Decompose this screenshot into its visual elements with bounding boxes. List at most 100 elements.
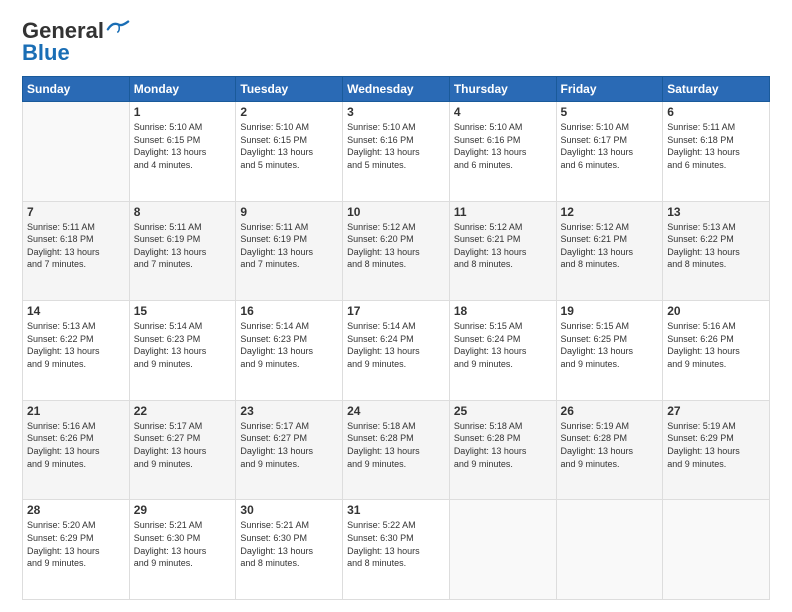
calendar-cell bbox=[449, 500, 556, 600]
cell-sun-info: Sunrise: 5:11 AM Sunset: 6:19 PM Dayligh… bbox=[134, 221, 232, 271]
cell-sun-info: Sunrise: 5:20 AM Sunset: 6:29 PM Dayligh… bbox=[27, 519, 125, 569]
calendar-cell: 2 Sunrise: 5:10 AM Sunset: 6:15 PM Daylig… bbox=[236, 102, 343, 202]
day-number: 25 bbox=[454, 404, 552, 418]
cell-sun-info: Sunrise: 5:13 AM Sunset: 6:22 PM Dayligh… bbox=[667, 221, 765, 271]
calendar-cell: 24Sunrise: 5:18 AM Sunset: 6:28 PM Dayli… bbox=[343, 400, 450, 500]
calendar-cell: 5 Sunrise: 5:10 AM Sunset: 6:17 PM Daylig… bbox=[556, 102, 663, 202]
weekday-header: Thursday bbox=[449, 77, 556, 102]
calendar-cell: 28Sunrise: 5:20 AM Sunset: 6:29 PM Dayli… bbox=[23, 500, 130, 600]
day-number: 1 bbox=[134, 105, 232, 119]
cell-sun-info: Sunrise: 5:13 AM Sunset: 6:22 PM Dayligh… bbox=[27, 320, 125, 370]
cell-sun-info: Sunrise: 5:22 AM Sunset: 6:30 PM Dayligh… bbox=[347, 519, 445, 569]
weekday-header: Sunday bbox=[23, 77, 130, 102]
calendar-cell: 12 Sunrise: 5:12 AM Sunset: 6:21 PM Dayli… bbox=[556, 201, 663, 301]
calendar-row: 14 Sunrise: 5:13 AM Sunset: 6:22 PM Dayli… bbox=[23, 301, 770, 401]
cell-sun-info: Sunrise: 5:10 AM Sunset: 6:16 PM Dayligh… bbox=[347, 121, 445, 171]
weekday-header: Wednesday bbox=[343, 77, 450, 102]
calendar-cell: 20Sunrise: 5:16 AM Sunset: 6:26 PM Dayli… bbox=[663, 301, 770, 401]
weekday-header: Monday bbox=[129, 77, 236, 102]
logo: General Blue bbox=[22, 18, 130, 66]
day-number: 13 bbox=[667, 205, 765, 219]
cell-sun-info: Sunrise: 5:14 AM Sunset: 6:24 PM Dayligh… bbox=[347, 320, 445, 370]
day-number: 6 bbox=[667, 105, 765, 119]
calendar-cell: 7Sunrise: 5:11 AM Sunset: 6:18 PM Daylig… bbox=[23, 201, 130, 301]
day-number: 23 bbox=[240, 404, 338, 418]
day-number: 15 bbox=[134, 304, 232, 318]
weekday-header: Friday bbox=[556, 77, 663, 102]
day-number: 17 bbox=[347, 304, 445, 318]
cell-sun-info: Sunrise: 5:10 AM Sunset: 6:15 PM Dayligh… bbox=[134, 121, 232, 171]
cell-sun-info: Sunrise: 5:21 AM Sunset: 6:30 PM Dayligh… bbox=[240, 519, 338, 569]
calendar-cell: 25 Sunrise: 5:18 AM Sunset: 6:28 PM Dayli… bbox=[449, 400, 556, 500]
calendar-cell: 10 Sunrise: 5:12 AM Sunset: 6:20 PM Dayli… bbox=[343, 201, 450, 301]
calendar-cell bbox=[556, 500, 663, 600]
cell-sun-info: Sunrise: 5:12 AM Sunset: 6:21 PM Dayligh… bbox=[561, 221, 659, 271]
calendar-cell: 30Sunrise: 5:21 AM Sunset: 6:30 PM Dayli… bbox=[236, 500, 343, 600]
calendar-cell: 8 Sunrise: 5:11 AM Sunset: 6:19 PM Daylig… bbox=[129, 201, 236, 301]
day-number: 4 bbox=[454, 105, 552, 119]
calendar-cell: 11 Sunrise: 5:12 AM Sunset: 6:21 PM Dayli… bbox=[449, 201, 556, 301]
cell-sun-info: Sunrise: 5:18 AM Sunset: 6:28 PM Dayligh… bbox=[454, 420, 552, 470]
day-number: 12 bbox=[561, 205, 659, 219]
cell-sun-info: Sunrise: 5:17 AM Sunset: 6:27 PM Dayligh… bbox=[134, 420, 232, 470]
day-number: 27 bbox=[667, 404, 765, 418]
cell-sun-info: Sunrise: 5:17 AM Sunset: 6:27 PM Dayligh… bbox=[240, 420, 338, 470]
cell-sun-info: Sunrise: 5:14 AM Sunset: 6:23 PM Dayligh… bbox=[240, 320, 338, 370]
day-number: 11 bbox=[454, 205, 552, 219]
cell-sun-info: Sunrise: 5:10 AM Sunset: 6:17 PM Dayligh… bbox=[561, 121, 659, 171]
cell-sun-info: Sunrise: 5:10 AM Sunset: 6:16 PM Dayligh… bbox=[454, 121, 552, 171]
logo-blue: Blue bbox=[22, 40, 70, 66]
calendar-cell bbox=[23, 102, 130, 202]
day-number: 9 bbox=[240, 205, 338, 219]
cell-sun-info: Sunrise: 5:11 AM Sunset: 6:19 PM Dayligh… bbox=[240, 221, 338, 271]
calendar-table: SundayMondayTuesdayWednesdayThursdayFrid… bbox=[22, 76, 770, 600]
calendar-cell: 21 Sunrise: 5:16 AM Sunset: 6:26 PM Dayli… bbox=[23, 400, 130, 500]
calendar-cell bbox=[663, 500, 770, 600]
calendar-row: 1 Sunrise: 5:10 AM Sunset: 6:15 PM Daylig… bbox=[23, 102, 770, 202]
cell-sun-info: Sunrise: 5:19 AM Sunset: 6:29 PM Dayligh… bbox=[667, 420, 765, 470]
calendar-cell: 13 Sunrise: 5:13 AM Sunset: 6:22 PM Dayli… bbox=[663, 201, 770, 301]
calendar-cell: 19 Sunrise: 5:15 AM Sunset: 6:25 PM Dayli… bbox=[556, 301, 663, 401]
cell-sun-info: Sunrise: 5:15 AM Sunset: 6:24 PM Dayligh… bbox=[454, 320, 552, 370]
day-number: 2 bbox=[240, 105, 338, 119]
cell-sun-info: Sunrise: 5:10 AM Sunset: 6:15 PM Dayligh… bbox=[240, 121, 338, 171]
day-number: 21 bbox=[27, 404, 125, 418]
calendar-cell: 22 Sunrise: 5:17 AM Sunset: 6:27 PM Dayli… bbox=[129, 400, 236, 500]
calendar-cell: 1 Sunrise: 5:10 AM Sunset: 6:15 PM Daylig… bbox=[129, 102, 236, 202]
calendar-header-row: SundayMondayTuesdayWednesdayThursdayFrid… bbox=[23, 77, 770, 102]
weekday-header: Tuesday bbox=[236, 77, 343, 102]
calendar-cell: 26Sunrise: 5:19 AM Sunset: 6:28 PM Dayli… bbox=[556, 400, 663, 500]
cell-sun-info: Sunrise: 5:12 AM Sunset: 6:20 PM Dayligh… bbox=[347, 221, 445, 271]
cell-sun-info: Sunrise: 5:15 AM Sunset: 6:25 PM Dayligh… bbox=[561, 320, 659, 370]
cell-sun-info: Sunrise: 5:19 AM Sunset: 6:28 PM Dayligh… bbox=[561, 420, 659, 470]
day-number: 10 bbox=[347, 205, 445, 219]
day-number: 7 bbox=[27, 205, 125, 219]
calendar-cell: 3 Sunrise: 5:10 AM Sunset: 6:16 PM Daylig… bbox=[343, 102, 450, 202]
day-number: 22 bbox=[134, 404, 232, 418]
day-number: 16 bbox=[240, 304, 338, 318]
day-number: 18 bbox=[454, 304, 552, 318]
logo-bird-icon bbox=[106, 20, 130, 34]
day-number: 14 bbox=[27, 304, 125, 318]
calendar-cell: 29Sunrise: 5:21 AM Sunset: 6:30 PM Dayli… bbox=[129, 500, 236, 600]
calendar-cell: 18 Sunrise: 5:15 AM Sunset: 6:24 PM Dayli… bbox=[449, 301, 556, 401]
calendar-cell: 15 Sunrise: 5:14 AM Sunset: 6:23 PM Dayli… bbox=[129, 301, 236, 401]
calendar-cell: 14 Sunrise: 5:13 AM Sunset: 6:22 PM Dayli… bbox=[23, 301, 130, 401]
cell-sun-info: Sunrise: 5:11 AM Sunset: 6:18 PM Dayligh… bbox=[667, 121, 765, 171]
calendar-row: 21 Sunrise: 5:16 AM Sunset: 6:26 PM Dayli… bbox=[23, 400, 770, 500]
calendar-cell: 4 Sunrise: 5:10 AM Sunset: 6:16 PM Daylig… bbox=[449, 102, 556, 202]
calendar-cell: 16 Sunrise: 5:14 AM Sunset: 6:23 PM Dayli… bbox=[236, 301, 343, 401]
calendar-cell: 17 Sunrise: 5:14 AM Sunset: 6:24 PM Dayli… bbox=[343, 301, 450, 401]
day-number: 19 bbox=[561, 304, 659, 318]
weekday-header: Saturday bbox=[663, 77, 770, 102]
cell-sun-info: Sunrise: 5:18 AM Sunset: 6:28 PM Dayligh… bbox=[347, 420, 445, 470]
cell-sun-info: Sunrise: 5:12 AM Sunset: 6:21 PM Dayligh… bbox=[454, 221, 552, 271]
calendar-cell: 31Sunrise: 5:22 AM Sunset: 6:30 PM Dayli… bbox=[343, 500, 450, 600]
day-number: 5 bbox=[561, 105, 659, 119]
day-number: 3 bbox=[347, 105, 445, 119]
cell-sun-info: Sunrise: 5:14 AM Sunset: 6:23 PM Dayligh… bbox=[134, 320, 232, 370]
cell-sun-info: Sunrise: 5:16 AM Sunset: 6:26 PM Dayligh… bbox=[27, 420, 125, 470]
calendar-cell: 23 Sunrise: 5:17 AM Sunset: 6:27 PM Dayli… bbox=[236, 400, 343, 500]
calendar-cell: 6 Sunrise: 5:11 AM Sunset: 6:18 PM Daylig… bbox=[663, 102, 770, 202]
day-number: 8 bbox=[134, 205, 232, 219]
